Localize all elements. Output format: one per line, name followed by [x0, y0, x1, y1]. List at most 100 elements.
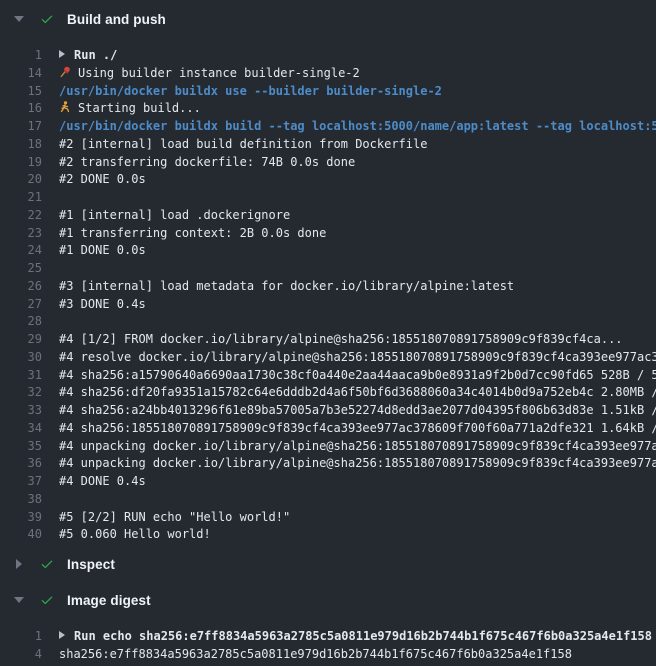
- line-number[interactable]: 20: [0, 171, 42, 189]
- workflow-log: Build and push 1 Run ./ 14 Using builder…: [0, 0, 656, 658]
- chevron-down-icon[interactable]: [14, 597, 24, 603]
- line-number[interactable]: 36: [0, 455, 42, 473]
- log-line: 40 #5 0.060 Hello world!: [0, 526, 656, 544]
- log-line-text: #5 [2/2] RUN echo "Hello world!": [59, 509, 290, 527]
- log-line: 28: [0, 313, 656, 331]
- log-text: Run ./: [74, 48, 117, 62]
- log-line: 14 Using builder instance builder-single…: [0, 65, 656, 83]
- line-number[interactable]: 16: [0, 100, 42, 118]
- line-number[interactable]: 27: [0, 296, 42, 314]
- line-number[interactable]: 33: [0, 402, 42, 420]
- line-number[interactable]: 15: [0, 83, 42, 101]
- log-line-text: #4 sha256:a24bb4013296f61e89ba57005a7b3e…: [59, 402, 656, 420]
- log-line: 33 #4 sha256:a24bb4013296f61e89ba57005a7…: [0, 402, 656, 420]
- log-text: #4 sha256:df20fa9351a15782c64e6dddb2d4a6…: [59, 385, 656, 399]
- log-text: #2 transferring dockerfile: 74B 0.0s don…: [59, 155, 355, 169]
- line-number[interactable]: 31: [0, 367, 42, 385]
- log-line-text: #3 DONE 0.4s: [59, 296, 146, 314]
- line-number[interactable]: 30: [0, 349, 42, 367]
- line-number[interactable]: 19: [0, 154, 42, 172]
- line-number[interactable]: 40: [0, 526, 42, 544]
- line-number[interactable]: 29: [0, 331, 42, 349]
- log-line-text: #2 [internal] load build definition from…: [59, 136, 427, 154]
- step-title: Build and push: [67, 12, 166, 27]
- log-text: #1 DONE 0.0s: [59, 243, 146, 257]
- log-text: Using builder instance builder-single-2: [78, 66, 360, 80]
- log-text: #2 [internal] load build definition from…: [59, 137, 427, 151]
- line-number[interactable]: 38: [0, 491, 42, 509]
- log-line-text: #4 sha256:185518070891758909c9f839cf4ca3…: [59, 420, 656, 438]
- log-text: #4 resolve docker.io/library/alpine@sha2…: [59, 350, 656, 364]
- log-line-text: /usr/bin/docker buildx use --builder bui…: [59, 83, 442, 101]
- step-header[interactable]: Image digest: [0, 582, 656, 618]
- step-header[interactable]: Build and push: [0, 1, 656, 37]
- log-line-text: #1 DONE 0.0s: [59, 242, 146, 260]
- pushpin-icon: [59, 66, 72, 78]
- line-number[interactable]: 1: [0, 47, 42, 65]
- steps-container: Build and push 1 Run ./ 14 Using builder…: [0, 1, 656, 666]
- line-number[interactable]: 39: [0, 509, 42, 527]
- line-number[interactable]: 37: [0, 473, 42, 491]
- line-number[interactable]: 24: [0, 242, 42, 260]
- log-line: 1 Run ./: [0, 47, 656, 65]
- runner-icon: [59, 101, 72, 113]
- step-section: Image digest 1 Run echo sha256:e7ff8834a…: [0, 582, 656, 666]
- log-text: #5 [2/2] RUN echo "Hello world!": [59, 510, 290, 524]
- log-text: sha256:e7ff8834a5963a2785c5a0811e979d16b…: [59, 647, 572, 661]
- log-text: #1 transferring context: 2B 0.0s done: [59, 226, 326, 240]
- log-text: #2 DONE 0.0s: [59, 172, 146, 186]
- line-number[interactable]: 28: [0, 313, 42, 331]
- log-text: Starting build...: [78, 101, 201, 115]
- log-line-text: #3 [internal] load metadata for docker.i…: [59, 278, 514, 296]
- line-number[interactable]: 21: [0, 189, 42, 207]
- log-text: #4 sha256:a15790640a6690aa1730c38cf0a440…: [59, 368, 656, 382]
- chevron-down-icon[interactable]: [14, 16, 24, 22]
- check-icon: [40, 593, 54, 607]
- log-text: #4 [1/2] FROM docker.io/library/alpine@s…: [59, 332, 623, 346]
- step-header[interactable]: Inspect: [0, 546, 656, 582]
- log-line: 15 /usr/bin/docker buildx use --builder …: [0, 83, 656, 101]
- log-line-text: #4 DONE 0.4s: [59, 473, 146, 491]
- line-number[interactable]: 23: [0, 225, 42, 243]
- log-line: 34 #4 sha256:185518070891758909c9f839cf4…: [0, 420, 656, 438]
- group-expand-icon[interactable]: [59, 50, 65, 58]
- line-number[interactable]: 22: [0, 207, 42, 225]
- line-number[interactable]: 34: [0, 420, 42, 438]
- log-text: #4 sha256:185518070891758909c9f839cf4ca3…: [59, 421, 656, 435]
- log-line-text: Using builder instance builder-single-2: [59, 65, 360, 83]
- log-line-text: #4 sha256:a15790640a6690aa1730c38cf0a440…: [59, 367, 656, 385]
- log-line-text: #4 unpacking docker.io/library/alpine@sh…: [59, 455, 656, 473]
- line-number[interactable]: 32: [0, 384, 42, 402]
- group-expand-icon[interactable]: [59, 631, 65, 639]
- line-number[interactable]: 35: [0, 438, 42, 456]
- log-line-text: Run ./: [59, 47, 117, 65]
- line-number[interactable]: 18: [0, 136, 42, 154]
- log-text: /usr/bin/docker buildx build --tag local…: [59, 119, 656, 133]
- check-icon: [40, 557, 54, 571]
- log-line-text: #4 sha256:df20fa9351a15782c64e6dddb2d4a6…: [59, 384, 656, 402]
- line-number[interactable]: 26: [0, 278, 42, 296]
- line-number[interactable]: 4: [0, 646, 42, 664]
- log-text: #1 [internal] load .dockerignore: [59, 208, 290, 222]
- chevron-right-icon[interactable]: [14, 559, 24, 569]
- log-line: 35 #4 unpacking docker.io/library/alpine…: [0, 438, 656, 456]
- log-line-text: #5 0.060 Hello world!: [59, 526, 211, 544]
- log-line: 19 #2 transferring dockerfile: 74B 0.0s …: [0, 154, 656, 172]
- log-line-text: sha256:e7ff8834a5963a2785c5a0811e979d16b…: [59, 646, 572, 664]
- log-line: 36 #4 unpacking docker.io/library/alpine…: [0, 455, 656, 473]
- log-text: #3 [internal] load metadata for docker.i…: [59, 279, 514, 293]
- log-line: 30 #4 resolve docker.io/library/alpine@s…: [0, 349, 656, 367]
- check-icon: [40, 12, 54, 26]
- log-line-text: #1 [internal] load .dockerignore: [59, 207, 290, 225]
- log-line: 17 /usr/bin/docker buildx build --tag lo…: [0, 118, 656, 136]
- line-number[interactable]: 17: [0, 118, 42, 136]
- log-text: /usr/bin/docker buildx use --builder bui…: [59, 84, 442, 98]
- line-number[interactable]: 1: [0, 628, 42, 646]
- step-title: Image digest: [67, 593, 151, 608]
- log-line-text: Starting build...: [59, 100, 201, 118]
- log-line: 4 sha256:e7ff8834a5963a2785c5a0811e979d1…: [0, 646, 656, 664]
- line-number[interactable]: 25: [0, 260, 42, 278]
- log-line: 32 #4 sha256:df20fa9351a15782c64e6dddb2d…: [0, 384, 656, 402]
- log-text: #4 unpacking docker.io/library/alpine@sh…: [59, 456, 656, 470]
- line-number[interactable]: 14: [0, 65, 42, 83]
